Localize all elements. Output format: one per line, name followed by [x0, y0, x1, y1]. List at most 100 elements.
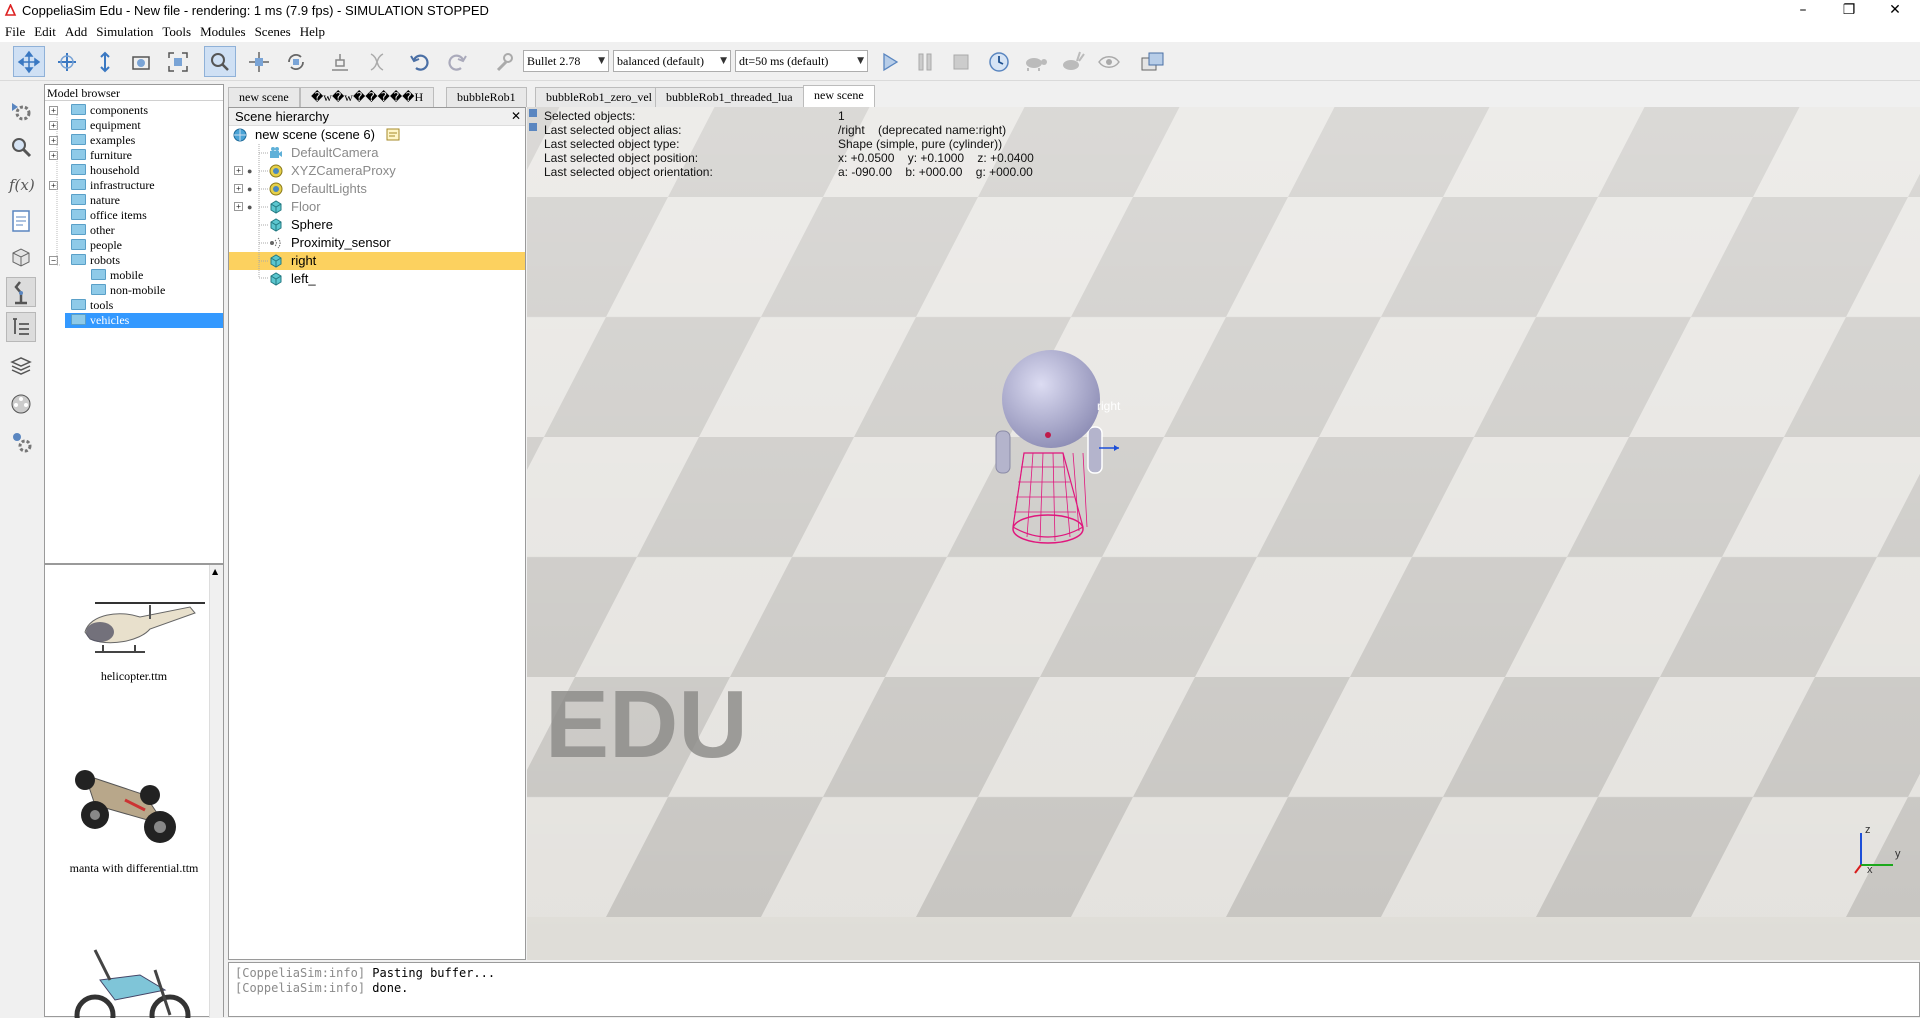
expand-icon[interactable]: +: [234, 202, 243, 211]
folder-icon: [71, 119, 86, 130]
object-shift-button[interactable]: [243, 46, 275, 77]
object-rotate-button[interactable]: [280, 46, 312, 77]
menu-tools[interactable]: Tools: [157, 22, 195, 41]
camera-rotate-button[interactable]: [51, 46, 83, 77]
info-collapse-icon[interactable]: [529, 109, 537, 117]
undo-button[interactable]: [404, 46, 436, 77]
folder-icon: [71, 239, 86, 250]
calculation-modules-button[interactable]: [6, 242, 36, 272]
scene-tab-4[interactable]: bubbleRob1_zero_vel: [535, 87, 663, 107]
console-text: Pasting buffer...: [372, 966, 496, 980]
hierarchy-tree-lines: [258, 144, 269, 279]
layers-button[interactable]: [6, 351, 36, 381]
info-value: /right (deprecated name:right): [838, 123, 1007, 137]
video-recorder-button[interactable]: [6, 389, 36, 419]
slow-down-button[interactable]: [1019, 46, 1051, 77]
timestep-select[interactable]: dt=50 ms (default) ▼: [735, 50, 868, 72]
camera-pan-button[interactable]: [13, 46, 45, 77]
minimize-button[interactable]: –: [1780, 0, 1826, 22]
item-label: Proximity_sensor: [291, 235, 391, 250]
menu-scenes[interactable]: Scenes: [250, 22, 295, 41]
hierarchy-item-defaultcamera[interactable]: DefaultCamera: [229, 144, 525, 162]
film-reel-icon: [11, 394, 31, 414]
helicopter-image: [84, 602, 205, 653]
model-folder-vehicles[interactable]: vehicles: [65, 313, 223, 328]
menu-simulation[interactable]: Simulation: [91, 22, 157, 41]
scene-hierarchy-toggle-button[interactable]: [6, 312, 36, 342]
assemble-button[interactable]: [324, 46, 356, 77]
camera-opening-angle-button[interactable]: [125, 46, 157, 77]
menu-add[interactable]: Add: [60, 22, 91, 41]
item-label: Floor: [291, 199, 321, 214]
simulation-settings-button[interactable]: [6, 96, 36, 126]
real-time-mode-button[interactable]: [983, 46, 1015, 77]
scene-tab-6[interactable]: new scene: [803, 85, 875, 107]
console-line: [CoppeliaSim:info] Pasting buffer...: [229, 966, 1919, 981]
visibility-dot-icon: ●: [247, 184, 253, 194]
menu-help[interactable]: Help: [295, 22, 329, 41]
folder-icon: [91, 269, 106, 280]
menu-modules[interactable]: Modules: [195, 22, 250, 41]
physics-engine-icon-button[interactable]: [488, 46, 520, 77]
hierarchy-item-proximity-sensor[interactable]: Proximity_sensor: [229, 234, 525, 252]
info-value: a: -090.00 b: +000.00 g: +000.00: [838, 165, 1033, 179]
transfer-dna-button[interactable]: [361, 46, 393, 77]
assemble-icon: [332, 53, 348, 71]
thumbnail-helicopter[interactable]: helicopter.ttm: [55, 587, 205, 687]
close-window-button[interactable]: ✕: [1872, 0, 1918, 22]
hierarchy-item-sphere[interactable]: Sphere: [229, 216, 525, 234]
hierarchy-item-right[interactable]: right: [229, 252, 525, 270]
user-settings-button[interactable]: [6, 427, 36, 457]
scene-viewport[interactable]: EDU right z y x Selected objects: Last s…: [527, 107, 1920, 960]
expand-icon[interactable]: +: [49, 106, 58, 115]
axis-z-label: z: [1865, 824, 1871, 836]
hierarchy-item-defaultlights[interactable]: + ● DefaultLights: [229, 180, 525, 198]
expand-icon[interactable]: +: [234, 166, 243, 175]
scene-tab-5[interactable]: bubbleRob1_threaded_lua: [655, 87, 804, 107]
model-browser-toggle-button[interactable]: [6, 277, 36, 307]
speed-up-button[interactable]: [1056, 46, 1088, 77]
selection-button[interactable]: [6, 132, 36, 162]
menu-edit[interactable]: Edit: [29, 22, 60, 41]
menu-file[interactable]: File: [0, 22, 29, 41]
scene-tab-3[interactable]: bubbleRob1: [446, 87, 527, 107]
timestep-value: dt=50 ms (default): [739, 54, 829, 68]
dummy-object-icon: [269, 182, 283, 196]
camera-shift-button[interactable]: [89, 46, 121, 77]
thumbnail-motorbike[interactable]: [55, 945, 205, 1018]
stop-simulation-button[interactable]: [945, 46, 977, 77]
start-simulation-button[interactable]: [873, 46, 905, 77]
hierarchy-root[interactable]: new scene (scene 6): [229, 126, 525, 144]
info-label: Last selected object alias:: [544, 123, 682, 137]
folder-label: mobile: [110, 268, 144, 282]
info-toggle-icon[interactable]: [529, 123, 537, 131]
scene-view-button[interactable]: [1137, 46, 1169, 77]
hierarchy-item-floor[interactable]: + ● Floor: [229, 198, 525, 216]
hierarchy-item-xyzcameraproxy[interactable]: + ● XYZCameraProxy: [229, 162, 525, 180]
info-label: Last selected object type:: [544, 137, 680, 151]
chevron-down-icon: ▼: [598, 56, 605, 66]
pause-simulation-button[interactable]: [909, 46, 941, 77]
thumbnail-manta[interactable]: manta with differential.ttm: [55, 755, 205, 885]
scene-object-properties-button[interactable]: [6, 206, 36, 236]
expand-icon[interactable]: +: [234, 184, 243, 193]
scene-tab-1[interactable]: new scene: [228, 87, 300, 107]
folder-icon: [91, 284, 106, 295]
visualization-toggle-button[interactable]: [1093, 46, 1125, 77]
scripts-button[interactable]: f(x): [6, 169, 36, 199]
item-label: Sphere: [291, 217, 333, 232]
fit-to-view-button[interactable]: [162, 46, 194, 77]
shape-object-icon: [270, 200, 282, 214]
thumbnails-scrollbar[interactable]: ▲: [209, 565, 223, 1018]
accuracy-select[interactable]: balanced (default) ▼: [613, 50, 731, 72]
status-console[interactable]: [CoppeliaSim:info] Pasting buffer... [Co…: [228, 962, 1920, 1017]
scene-tab-2[interactable]: �w�w�����H: [300, 87, 435, 107]
close-hierarchy-icon[interactable]: ✕: [511, 108, 521, 125]
click-selection-button[interactable]: [204, 46, 236, 77]
redo-button[interactable]: [441, 46, 473, 77]
scroll-up-icon[interactable]: ▲: [212, 567, 218, 576]
script-icon[interactable]: [386, 128, 400, 141]
hierarchy-item-left[interactable]: left_: [229, 270, 525, 288]
physics-engine-select[interactable]: Bullet 2.78 ▼: [523, 50, 609, 72]
restore-button[interactable]: ❐: [1826, 0, 1872, 22]
